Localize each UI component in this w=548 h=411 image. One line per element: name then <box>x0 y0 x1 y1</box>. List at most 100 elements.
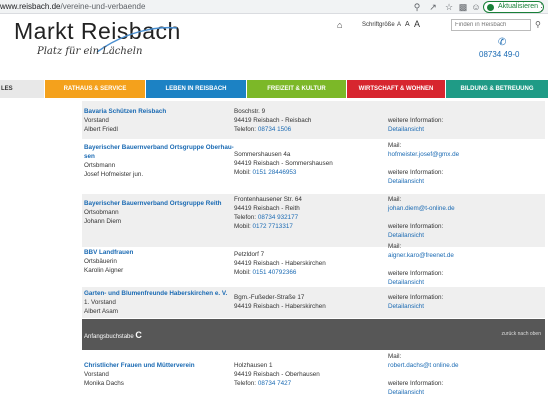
list-item: Garten- und Blumenfreunde Haberskirchen … <box>82 287 545 318</box>
url-path: /vereine-und-verbaende <box>60 2 146 11</box>
star-icon[interactable]: ☆ <box>443 1 455 13</box>
detail-link[interactable]: Detailansicht <box>388 388 458 397</box>
info-label: weitere Information: <box>388 169 444 176</box>
font-size-label: Schriftgröße <box>362 22 395 28</box>
search-input[interactable] <box>451 19 531 31</box>
address-city: 94419 Reisbach - Oberhausen <box>234 371 320 378</box>
mail-label: Mail: <box>388 353 402 360</box>
letter-value: C <box>135 330 142 340</box>
list-item: Christlicher Frauen und Mütterverein Vor… <box>82 352 545 411</box>
address-bar[interactable]: www.reisbach.de/vereine-und-verbaende <box>0 2 145 11</box>
mail-label: Mail: <box>388 243 402 250</box>
phone-label: Telefon: <box>234 126 257 133</box>
letter-section-header: Anfangsbuchstabe C zurück nach oben <box>82 319 545 350</box>
phone-label: Telefon: <box>234 214 257 221</box>
address-street: Bgm.-Fußeder-Straße 17 <box>234 294 305 301</box>
contact-person: Josef Hofmeister jun. <box>84 171 144 178</box>
detail-link[interactable]: Detailansicht <box>388 177 459 186</box>
mail-link[interactable]: robert.dachs@t online.de <box>388 361 458 370</box>
list-item: BBV Landfrauen Ortsbäuerin Karolin Aigne… <box>82 243 545 287</box>
info-label: weitere Information: <box>388 380 444 387</box>
font-size-medium-button[interactable]: A <box>405 21 410 28</box>
club-name-continued[interactable]: sen <box>84 152 234 161</box>
club-name[interactable]: BBV Landfrauen <box>84 248 133 257</box>
nav-item-bildung[interactable]: BILDUNG & BETREUUNG <box>446 80 548 98</box>
contact-role: Ortsobmann <box>84 209 119 216</box>
letter-label: Anfangsbuchstabe <box>84 334 134 340</box>
nav-item-partial[interactable]: LES <box>0 80 44 98</box>
mobile-link[interactable]: 0151 28446953 <box>253 169 297 176</box>
contact-role: Vorstand <box>84 117 109 124</box>
extension-icon[interactable]: ▩ <box>457 1 469 13</box>
phone-link[interactable]: 08734 7427 <box>258 380 291 387</box>
phone-link[interactable]: 08734 1506 <box>258 126 291 133</box>
contact-person: Albert Friedl <box>84 126 118 133</box>
contact-role: 1. Vorstand <box>84 299 116 306</box>
club-name[interactable]: Bavaria Schützen Reisbach <box>84 107 166 116</box>
detail-link[interactable]: Detailansicht <box>388 231 455 240</box>
detail-link[interactable]: Detailansicht <box>388 125 443 134</box>
account-icon[interactable]: ☺ <box>470 1 482 13</box>
mail-label: Mail: <box>388 142 402 149</box>
club-name[interactable]: Garten- und Blumenfreunde Haberskirchen … <box>84 289 227 298</box>
browser-toolbar: www.reisbach.de/vereine-und-verbaende ⚲ … <box>0 0 548 14</box>
mail-link[interactable]: aigner.karo@freenet.de <box>388 251 454 260</box>
nav-item-freizeit[interactable]: FREIZEIT & KULTUR <box>247 80 346 98</box>
url-host: www.reisbach.de <box>0 2 61 11</box>
header-phone[interactable]: 08734 49-0 <box>479 50 519 59</box>
share-icon[interactable]: ↗ <box>427 1 439 13</box>
phone-label: Telefon: <box>234 380 257 387</box>
contact-person: Johann Diem <box>84 218 122 225</box>
contact-role: Vorstand <box>84 371 109 378</box>
detail-link[interactable]: Detailansicht <box>388 302 443 311</box>
mobile-link[interactable]: 0151 40792366 <box>253 269 297 276</box>
mail-link[interactable]: hofmeister.josef@gmx.de <box>388 150 459 159</box>
mobile-link[interactable]: 0172 7713317 <box>253 223 293 230</box>
info-label: weitere Information: <box>388 223 444 230</box>
letter-heading: Anfangsbuchstabe C <box>84 330 142 340</box>
contact-role: Ortsbäuerin <box>84 258 117 265</box>
contact-person: Albert Asam <box>84 308 118 315</box>
search-icon[interactable]: ⚲ <box>535 20 541 29</box>
address-city: 94419 Reisbach - Haberskirchen <box>234 260 326 267</box>
club-name[interactable]: Bayerischer Bauernverband Ortsgruppe Rei… <box>84 199 222 208</box>
home-icon[interactable]: ⌂ <box>337 20 342 30</box>
address-city: 94419 Reisbach - Reith <box>234 205 300 212</box>
contact-person: Monika Dachs <box>84 380 124 387</box>
menu-icon[interactable]: ⋮ <box>537 2 546 13</box>
font-size-small-button[interactable]: A <box>397 22 401 28</box>
nav-item-leben[interactable]: LEBEN IN REISBACH <box>146 80 246 98</box>
phone-icon: ✆ <box>498 37 507 48</box>
back-to-top-link[interactable]: zurück nach oben <box>502 331 541 337</box>
font-size-large-button[interactable]: A <box>414 19 420 29</box>
nav-item-rathaus[interactable]: RATHAUS & SERVICE <box>45 80 145 98</box>
address-city: 94419 Reisbach - Haberskirchen <box>234 303 326 310</box>
phone-link[interactable]: 08734 932177 <box>258 214 298 221</box>
address-street: Petzldorf 7 <box>234 251 265 258</box>
mobile-label: Mobil: <box>234 223 251 230</box>
update-button[interactable]: Aktualisieren <box>483 1 545 13</box>
address-city: 94419 Reisbach - Sommershausen <box>234 160 333 167</box>
detail-link[interactable]: Detailansicht <box>388 278 454 287</box>
mobile-label: Mobil: <box>234 269 251 276</box>
contact-person: Karolin Aigner <box>84 267 124 274</box>
club-name[interactable]: Christlicher Frauen und Mütterverein <box>84 361 195 370</box>
info-label: weitere Information: <box>388 270 444 277</box>
address-street: Sommershausen 4a <box>234 151 291 158</box>
zoom-icon[interactable]: ⚲ <box>411 1 423 13</box>
info-label: weitere Information: <box>388 117 444 124</box>
update-label: Aktualisieren <box>498 3 539 10</box>
address-street: Boschstr. 9 <box>234 108 266 115</box>
main-nav: LES RATHAUS & SERVICE LEBEN IN REISBACH … <box>0 80 548 98</box>
mail-link[interactable]: johan.diem@t-online.de <box>388 204 455 213</box>
club-name[interactable]: Bayerischer Bauernverband Ortsgruppe Obe… <box>84 143 234 152</box>
info-label: weitere Information: <box>388 294 444 301</box>
nav-item-wirtschaft[interactable]: WIRTSCHAFT & WOHNEN <box>347 80 445 98</box>
update-icon <box>487 4 494 11</box>
site-slogan: Platz für ein Lächeln <box>37 46 143 57</box>
address-street: Frontenhausener Str. 64 <box>234 196 302 203</box>
address-street: Holzhausen 1 <box>234 362 273 369</box>
